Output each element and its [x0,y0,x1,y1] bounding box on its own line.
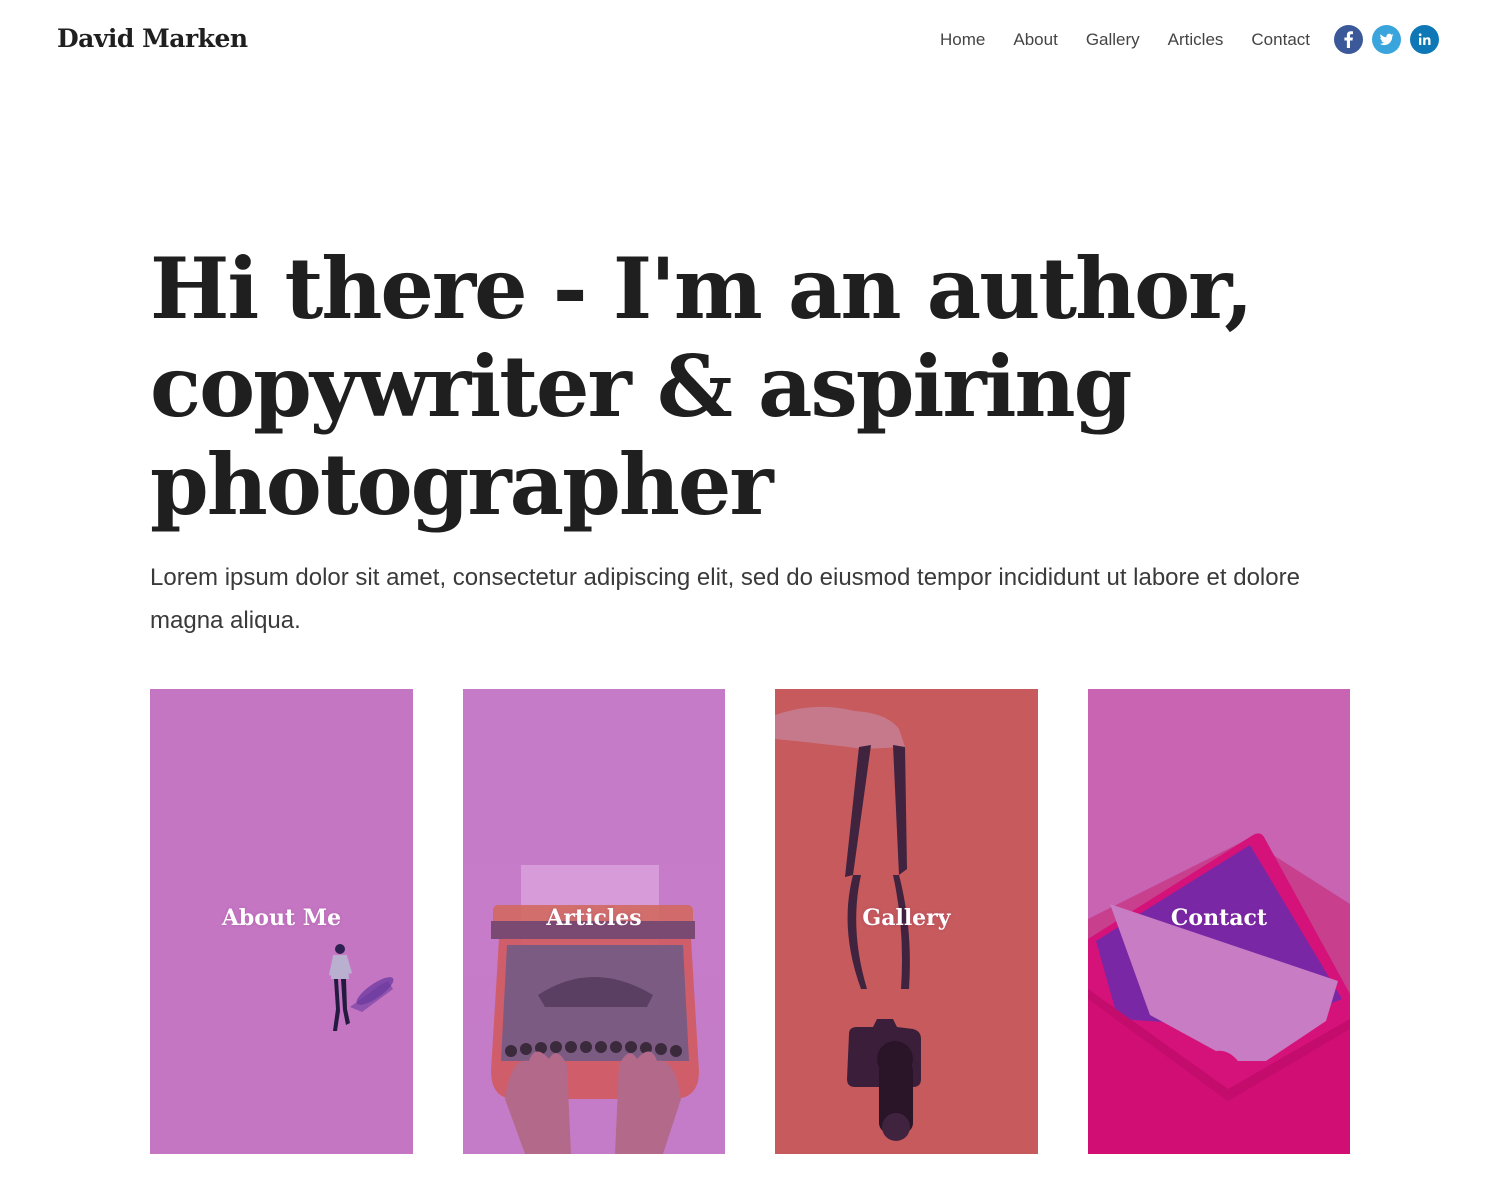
main-nav: Home About Gallery Articles Contact [940,25,1439,54]
twitter-icon[interactable] [1372,25,1401,54]
nav-gallery[interactable]: Gallery [1086,30,1140,50]
card-articles[interactable]: Articles [463,689,725,1154]
card-contact[interactable]: Contact [1088,689,1350,1154]
facebook-icon[interactable] [1334,25,1363,54]
nav-home[interactable]: Home [940,30,985,50]
card-label-gallery: Gallery [862,905,951,931]
nav-contact[interactable]: Contact [1251,30,1310,50]
card-about-me[interactable]: About Me [150,689,413,1154]
hero-title: Hi there - I'm an author, copywriter & a… [150,239,1254,534]
site-brand[interactable]: David Marken [57,24,248,53]
hero-text: Lorem ipsum dolor sit amet, consectetur … [150,564,1300,634]
nav-about[interactable]: About [1013,30,1057,50]
card-gallery[interactable]: Gallery [775,689,1038,1154]
card-label-about-me: About Me [221,905,342,931]
nav-articles[interactable]: Articles [1168,30,1224,50]
card-label-contact: Contact [1170,905,1268,931]
card-grid: About Me Articles Gallery Contact [150,689,1350,1154]
card-label-articles: Articles [546,905,642,931]
linkedin-icon[interactable] [1410,25,1439,54]
social-links [1334,25,1439,54]
